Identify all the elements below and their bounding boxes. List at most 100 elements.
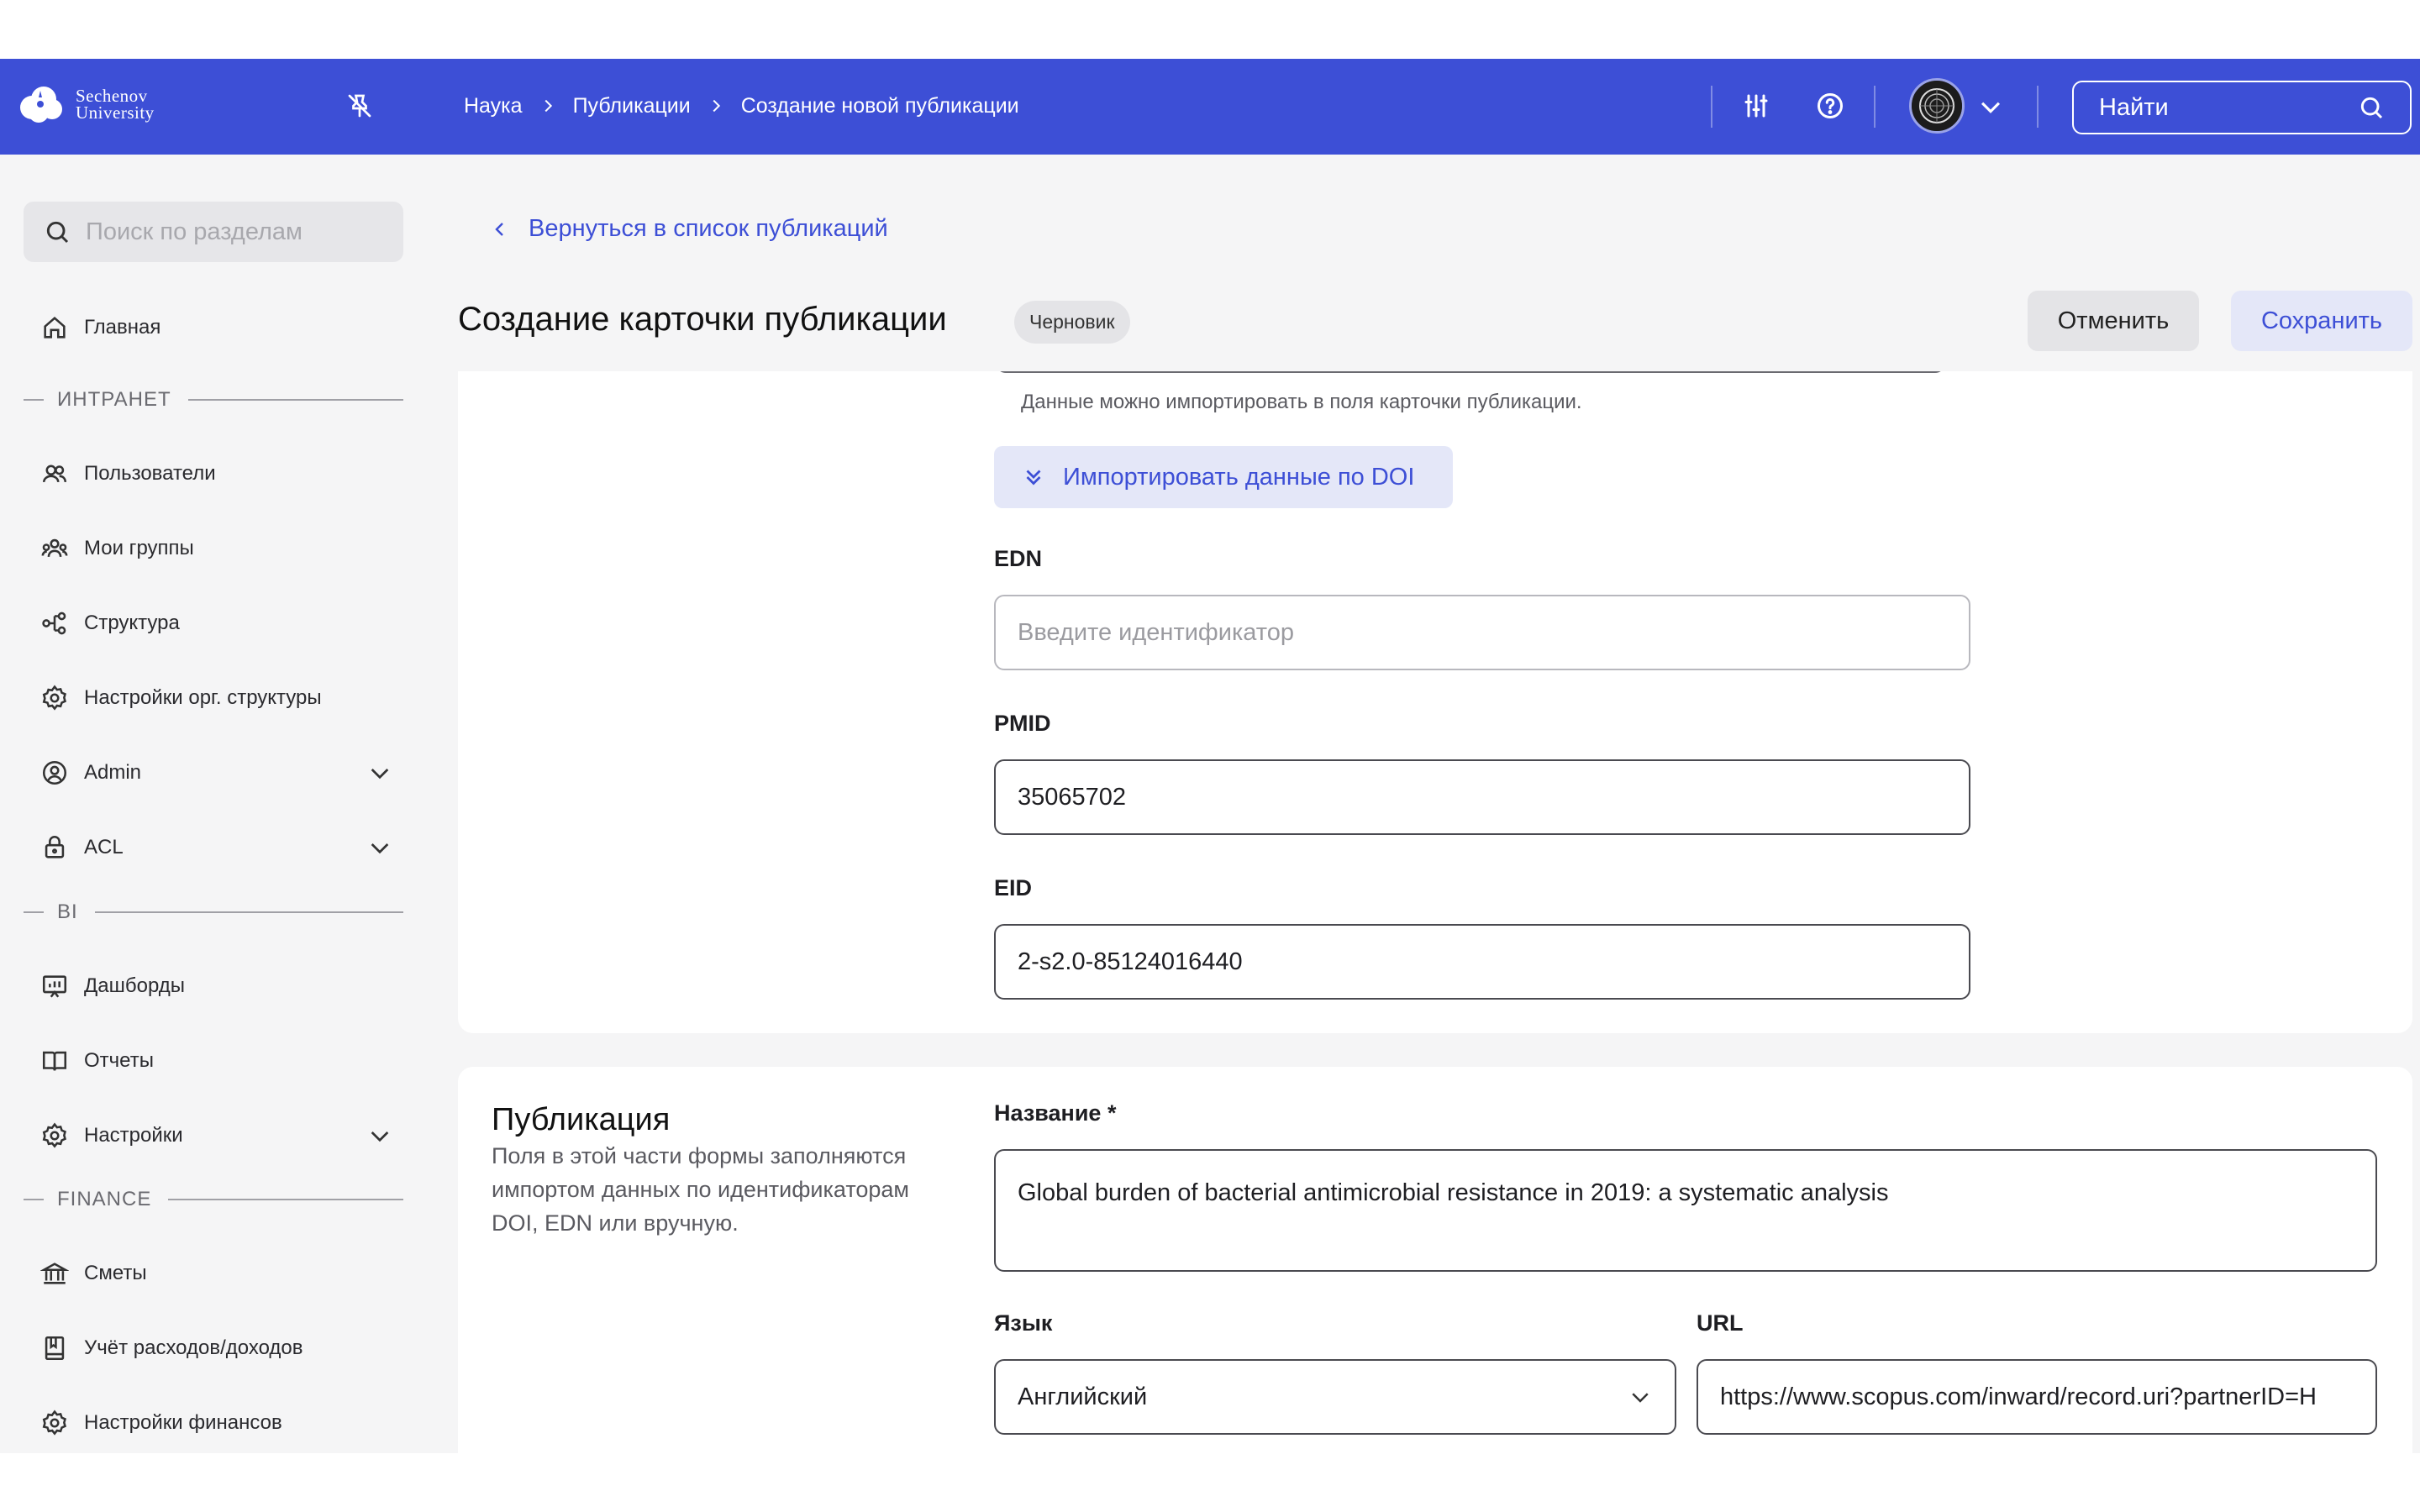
main-content: Вернуться в список публикаций Создание к… bbox=[458, 155, 2420, 1453]
section-label: BI bbox=[57, 900, 78, 923]
eid-input[interactable]: 2-s2.0-85124016440 bbox=[994, 924, 1970, 1000]
status-badge: Черновик bbox=[1014, 301, 1130, 344]
sidebar-item-label: Admin bbox=[84, 761, 142, 784]
sidebar-item-label: ACL bbox=[84, 836, 124, 858]
section-finance: FINANCE bbox=[24, 1188, 403, 1211]
back-to-list-link[interactable]: Вернуться в список публикаций bbox=[490, 215, 888, 243]
groups-icon bbox=[41, 538, 68, 558]
top-bar: Sechenov University Наука Публикации Соз… bbox=[0, 59, 2420, 155]
bank-icon bbox=[40, 1263, 69, 1284]
cancel-button[interactable]: Отменить bbox=[2028, 291, 2199, 351]
save-button[interactable]: Сохранить bbox=[2231, 291, 2412, 351]
language-label: Язык bbox=[994, 1310, 1053, 1336]
sidebar-item-reports[interactable]: Отчеты bbox=[40, 1041, 393, 1081]
logo-text: Sechenov University bbox=[76, 86, 155, 123]
pmid-input[interactable]: 35065702 bbox=[994, 759, 1970, 835]
eid-value: 2-s2.0-85124016440 bbox=[1018, 948, 1243, 975]
identifiers-card: Данные можно импортировать в поля карточ… bbox=[458, 371, 2412, 1033]
gear-icon bbox=[42, 1122, 66, 1148]
sidebar-item-finance-settings[interactable]: Настройки финансов bbox=[40, 1403, 393, 1443]
sidebar-item-acl[interactable]: ACL bbox=[40, 827, 393, 868]
chevron-down-icon[interactable] bbox=[366, 759, 393, 786]
doi-input[interactable] bbox=[996, 371, 1945, 373]
search-icon bbox=[2360, 97, 2383, 119]
divider bbox=[1711, 86, 1712, 128]
url-value: https://www.scopus.com/inward/record.uri… bbox=[1720, 1383, 2317, 1410]
sidebar-search-input[interactable]: Поиск по разделам bbox=[24, 202, 403, 262]
chevron-down-icon[interactable] bbox=[1976, 92, 2005, 121]
chevron-left-icon bbox=[495, 222, 503, 236]
sechenov-logo[interactable]: Sechenov University bbox=[13, 82, 155, 126]
gear-icon bbox=[42, 685, 66, 711]
chevron-down-icon bbox=[1632, 1393, 1649, 1403]
eid-label: EID bbox=[994, 875, 1033, 900]
import-doi-button[interactable]: Импортировать данные по DOI bbox=[994, 446, 1453, 508]
sidebar-item-settings[interactable]: Настройки bbox=[40, 1116, 393, 1156]
logo-line-1: Sechenov bbox=[76, 86, 148, 106]
sidebar-item-label: Отчеты bbox=[84, 1049, 154, 1072]
sidebar-item-dashboards[interactable]: Дашборды bbox=[40, 966, 393, 1006]
ledger-icon bbox=[45, 1336, 65, 1361]
breadcrumb-science[interactable]: Наука bbox=[464, 94, 523, 118]
filter-sliders-icon[interactable] bbox=[1741, 91, 1771, 121]
section-label: ИНТРАНЕТ bbox=[57, 388, 171, 411]
section-label: FINANCE bbox=[57, 1188, 152, 1210]
edn-input[interactable]: Введите идентификатор bbox=[994, 595, 1970, 670]
chevron-right-icon bbox=[691, 92, 741, 119]
import-hint: Данные можно импортировать в поля карточ… bbox=[1021, 391, 1582, 413]
logo-line-2: University bbox=[76, 102, 155, 123]
sidebar-item-admin[interactable]: Admin bbox=[40, 753, 393, 793]
url-input[interactable]: https://www.scopus.com/inward/record.uri… bbox=[1697, 1359, 2377, 1435]
section-title: Публикация bbox=[492, 1102, 671, 1137]
global-search-button[interactable]: Найти bbox=[2072, 81, 2412, 134]
publication-name-value: Global burden of bacterial antimicrobial… bbox=[1018, 1179, 1889, 1206]
lock-icon bbox=[45, 836, 65, 858]
sidebar-item-label: Пользователи bbox=[84, 462, 216, 485]
home-icon bbox=[44, 316, 66, 339]
search-icon bbox=[46, 221, 69, 244]
sidebar-item-structure[interactable]: Структура bbox=[40, 603, 393, 643]
avatar[interactable] bbox=[1909, 78, 1965, 134]
sidebar-item-estimates[interactable]: Сметы bbox=[40, 1253, 393, 1294]
gear-icon bbox=[42, 1410, 66, 1436]
publication-name-input[interactable]: Global burden of bacterial antimicrobial… bbox=[994, 1149, 2377, 1272]
chevron-down-icon[interactable] bbox=[366, 1122, 393, 1149]
chevron-down-icon[interactable] bbox=[366, 834, 393, 861]
import-doi-label: Импортировать данные по DOI bbox=[1063, 463, 1415, 491]
sidebar-item-label: Дашборды bbox=[84, 974, 185, 997]
breadcrumb-publications[interactable]: Публикации bbox=[573, 94, 691, 118]
sidebar-item-org-settings[interactable]: Настройки орг. структуры bbox=[40, 678, 393, 718]
breadcrumb-current: Создание новой публикации bbox=[740, 93, 1019, 118]
publication-card: Публикация Поля в этой части формы запол… bbox=[458, 1067, 2412, 1453]
divider bbox=[1874, 86, 1876, 128]
sidebar-item-accounting[interactable]: Учёт расходов/доходов bbox=[40, 1328, 393, 1368]
structure-icon bbox=[42, 612, 66, 635]
url-label: URL bbox=[1697, 1310, 1744, 1336]
sidebar-search-placeholder: Поиск по разделам bbox=[86, 218, 302, 245]
sidebar-item-label: Настройки финансов bbox=[84, 1411, 282, 1434]
university-logo-icon bbox=[20, 87, 62, 123]
chevrons-down-icon bbox=[1026, 470, 1041, 486]
name-label: Название * bbox=[994, 1100, 1117, 1126]
sidebar-item-groups[interactable]: Мои группы bbox=[40, 528, 393, 569]
global-search-label: Найти bbox=[2099, 93, 2169, 121]
section-intranet: ИНТРАНЕТ bbox=[24, 388, 403, 412]
sidebar-item-users[interactable]: Пользователи bbox=[40, 454, 393, 494]
edn-label: EDN bbox=[994, 546, 1043, 571]
help-icon[interactable] bbox=[1815, 91, 1845, 121]
divider bbox=[2037, 86, 2039, 128]
user-avatar-icon bbox=[1912, 81, 1962, 131]
edn-placeholder: Введите идентификатор bbox=[1018, 618, 1295, 646]
pmid-value: 35065702 bbox=[1018, 783, 1127, 811]
back-link-label: Вернуться в список публикаций bbox=[529, 215, 888, 242]
sidebar-item-label: Главная bbox=[84, 316, 161, 339]
pmid-label: PMID bbox=[994, 711, 1051, 736]
sidebar-item-label: Структура bbox=[84, 612, 180, 634]
admin-icon bbox=[42, 760, 67, 785]
section-description: Поля в этой части формы заполняются импо… bbox=[492, 1143, 909, 1236]
sidebar-item-label: Сметы bbox=[84, 1262, 147, 1284]
sidebar-item-home[interactable]: Главная bbox=[40, 307, 393, 348]
language-select[interactable]: Английский bbox=[994, 1359, 1676, 1435]
users-icon bbox=[42, 465, 67, 483]
unpin-sidebar-icon[interactable] bbox=[345, 91, 375, 121]
